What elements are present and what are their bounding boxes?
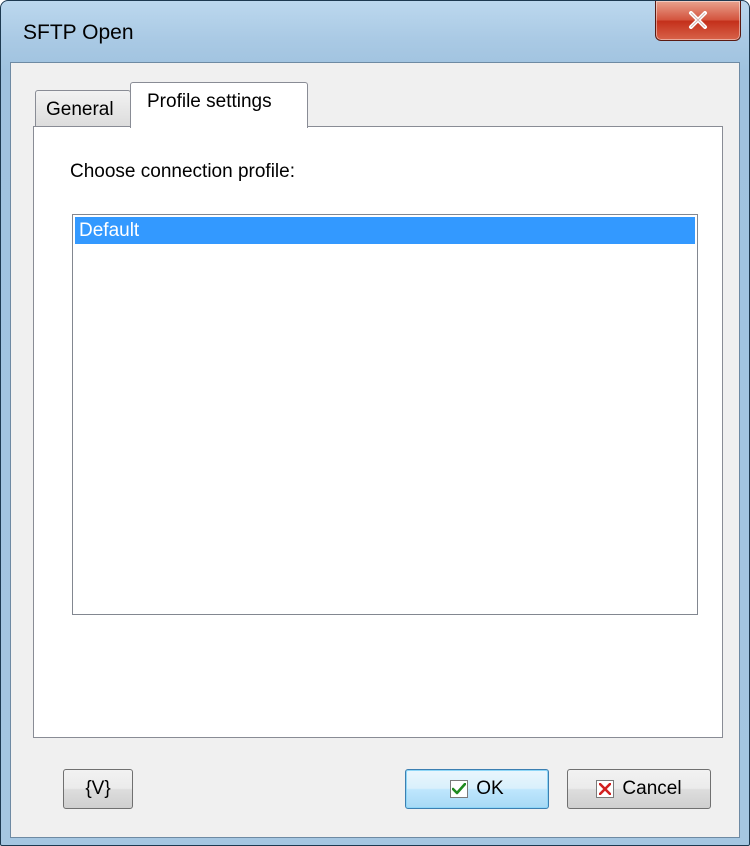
ok-button[interactable]: OK (405, 769, 549, 809)
choose-profile-label: Choose connection profile: (70, 161, 295, 182)
dialog-client-area: General Profile settings Choose connecti… (10, 62, 740, 838)
checkmark-icon (450, 780, 469, 798)
close-icon (656, 1, 740, 39)
tab-label: General (46, 99, 114, 120)
variables-button-label: {V} (85, 778, 111, 799)
cancel-button-label: Cancel (622, 778, 682, 799)
title-bar[interactable]: SFTP Open (1, 1, 749, 61)
cancel-button[interactable]: Cancel (567, 769, 711, 809)
dialog-window: SFTP Open General Profile settings Choos… (0, 0, 750, 846)
tab-general[interactable]: General (35, 90, 131, 127)
window-title: SFTP Open (23, 21, 134, 44)
close-button[interactable] (655, 1, 741, 41)
variables-button[interactable]: {V} (63, 769, 133, 809)
profile-listbox[interactable]: Default (72, 214, 698, 615)
tab-panel-profile-settings: Choose connection profile: Default (33, 126, 723, 738)
list-item[interactable]: Default (75, 217, 695, 244)
ok-button-label: OK (476, 778, 504, 799)
tab-profile-settings[interactable]: Profile settings (130, 82, 308, 128)
x-icon (596, 780, 615, 798)
tab-label: Profile settings (147, 91, 272, 112)
